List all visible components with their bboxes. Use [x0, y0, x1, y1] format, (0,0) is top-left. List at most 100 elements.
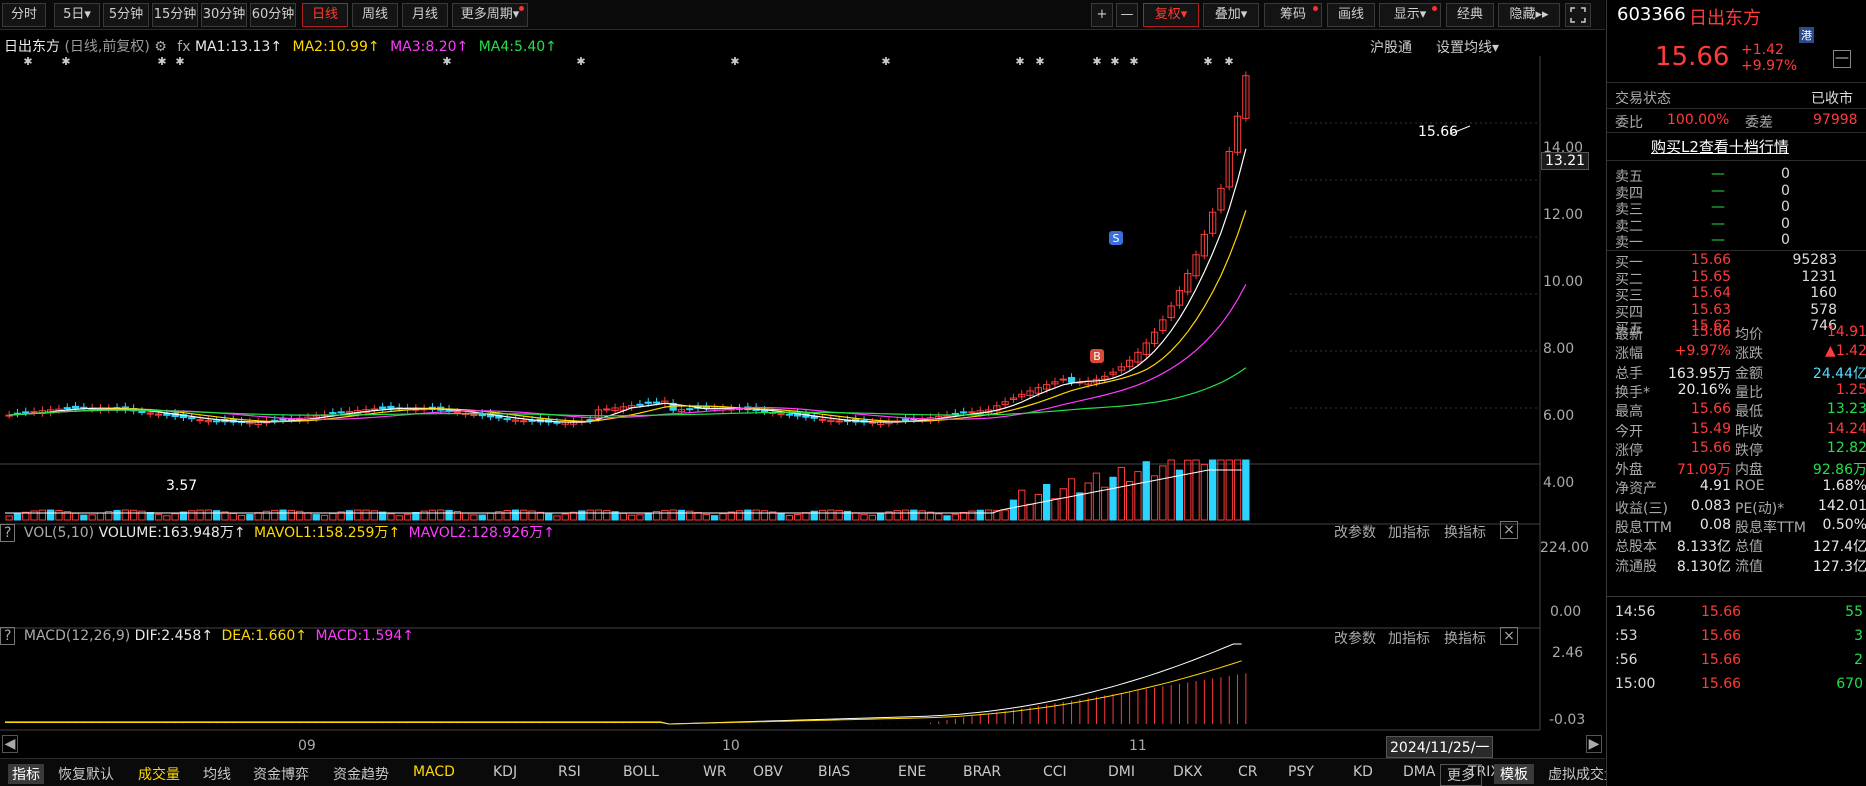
tick-price: 15.66	[1701, 604, 1742, 620]
macd-change-params-link[interactable]: 改参数	[1334, 628, 1376, 648]
volume-bar	[1209, 459, 1217, 521]
macd-y-top: 2.46	[1552, 645, 1584, 661]
indicator-tab[interactable]: BOLL	[623, 764, 659, 780]
indicator-tab[interactable]: BRAR	[963, 764, 1001, 780]
volume-bar	[760, 510, 769, 521]
period-15min-tab[interactable]: 15分钟	[152, 3, 198, 27]
indicator-tab[interactable]: PSY	[1288, 764, 1314, 780]
period-30min-tab[interactable]: 30分钟	[201, 3, 247, 27]
scroll-right-icon[interactable]: ▶	[1586, 735, 1602, 753]
vol-switch-indicator-link[interactable]: 换指标	[1444, 522, 1486, 542]
more-indicators-button[interactable]: 更多	[1440, 764, 1482, 786]
ask-volume: 0	[1781, 166, 1790, 182]
adjust-rights-dropdown[interactable]: 复权▾	[1143, 3, 1199, 27]
ask-price: —	[1711, 232, 1725, 248]
candle-body	[603, 408, 611, 411]
volume-bar	[229, 513, 237, 521]
zoom-out-button[interactable]: —	[1116, 3, 1138, 27]
stat-value: 12.82	[1826, 439, 1866, 456]
indicator-tab[interactable]: DKX	[1173, 764, 1203, 780]
display-dropdown[interactable]: 显示▾	[1379, 3, 1441, 27]
overlay-dropdown[interactable]: 叠加▾	[1203, 3, 1259, 27]
indicator-tab[interactable]: 恢复默认	[58, 764, 114, 784]
gear-icon[interactable]: ⚙	[154, 39, 167, 55]
close-icon[interactable]: ×	[1500, 521, 1518, 539]
indicator-tab[interactable]: OBV	[753, 764, 783, 780]
volume-bar	[171, 513, 179, 521]
indicator-tab[interactable]: BIAS	[818, 764, 850, 780]
draw-line-button[interactable]: 画线	[1327, 3, 1375, 27]
volume-bar	[818, 509, 827, 521]
indicator-tab[interactable]: 均线	[203, 764, 231, 784]
volume-bar	[387, 513, 395, 521]
indicator-tab[interactable]: DMA	[1403, 764, 1435, 780]
zoom-in-button[interactable]: +	[1091, 3, 1113, 27]
help-icon[interactable]: ?	[0, 627, 16, 645]
period-60min-tab[interactable]: 60分钟	[250, 3, 296, 27]
vol-add-indicator-link[interactable]: 加指标	[1388, 522, 1430, 542]
weibi-label: 委比	[1615, 115, 1643, 131]
stat-label: 股息TTM	[1615, 520, 1672, 536]
volume-bar	[312, 514, 320, 521]
classic-button[interactable]: 经典	[1446, 3, 1494, 27]
volume-bar	[802, 512, 810, 521]
chart-area[interactable]: ✱ ✱ ✱ ✱ ✱ ✱ ✱ ✱ ✱ ✱ ✱ ✱ ✱ ✱ ✱ S B	[0, 56, 1605, 758]
indicator-tab[interactable]: 资金趋势	[333, 764, 389, 784]
close-icon[interactable]: ×	[1500, 627, 1518, 645]
ma4-line	[9, 367, 1247, 417]
period-daily-tab[interactable]: 日线	[302, 3, 348, 27]
period-weekly-tab[interactable]: 周线	[352, 3, 398, 27]
expand-icon[interactable]	[1565, 3, 1591, 27]
period-5day-tab[interactable]: 5日▾	[54, 3, 100, 27]
stat-value: 24.44亿	[1812, 365, 1866, 382]
indicator-tab[interactable]: 资金博弈	[253, 764, 309, 784]
indicator-tab[interactable]: KD	[1353, 764, 1373, 780]
indicator-tab[interactable]: CCI	[1043, 764, 1067, 780]
hide-panel-button[interactable]: 隐藏▸▸	[1498, 3, 1560, 27]
candle-body	[22, 411, 30, 414]
volume-bar	[1092, 472, 1101, 521]
indicator-tab[interactable]: KDJ	[493, 764, 517, 780]
stat-label: 内盘	[1735, 462, 1763, 479]
help-icon[interactable]: ?	[0, 524, 16, 542]
indicator-tab[interactable]: RSI	[558, 764, 581, 780]
period-intraday-tab[interactable]: 分时	[2, 3, 46, 27]
indicator-tab[interactable]: 指标	[8, 764, 44, 784]
period-monthly-tab[interactable]: 月线	[402, 3, 448, 27]
indicator-tab[interactable]: DMI	[1108, 764, 1135, 780]
indicator-tab[interactable]: 成交量	[138, 764, 180, 784]
period-5min-tab[interactable]: 5分钟	[103, 3, 149, 27]
formula-icon[interactable]: fx	[177, 39, 190, 55]
volume-bar	[951, 513, 960, 521]
vol-change-params-link[interactable]: 改参数	[1334, 522, 1376, 542]
ask-volume: 0	[1781, 182, 1790, 199]
volume-bar	[578, 510, 586, 521]
collapse-icon[interactable]: —	[1833, 50, 1851, 68]
indicator-tab[interactable]: MACD	[413, 764, 455, 780]
hugutong-link[interactable]: 沪股通	[1370, 37, 1412, 57]
template-button[interactable]: 模板	[1494, 764, 1534, 784]
set-ma-dropdown[interactable]: 设置均线▾	[1436, 37, 1499, 57]
macd-switch-indicator-link[interactable]: 换指标	[1444, 628, 1486, 648]
volume-bar	[1126, 481, 1134, 521]
more-periods-dropdown[interactable]: 更多周期▾	[452, 3, 528, 27]
last-price-tag: 13.21	[1541, 152, 1590, 170]
scroll-left-icon[interactable]: ◀	[2, 735, 18, 753]
buy-l2-link[interactable]: 购买L2查看十档行情	[1651, 136, 1789, 157]
indicator-tab[interactable]: ENE	[898, 764, 926, 780]
chip-distribution-button[interactable]: 筹码	[1264, 3, 1322, 27]
volume-label: VOLUME:163.948万	[98, 525, 234, 541]
price-change: +1.42	[1741, 42, 1784, 58]
macd-add-indicator-link[interactable]: 加指标	[1388, 628, 1430, 648]
volume-bar	[719, 513, 727, 521]
dif-line	[5, 643, 1242, 725]
volume-bar	[1067, 478, 1076, 521]
indicator-tab[interactable]: CR	[1238, 764, 1258, 780]
stat-value: 0.50%	[1822, 517, 1866, 533]
stat-value: 163.95万	[1668, 365, 1731, 382]
volume-bar	[254, 512, 262, 521]
vol-y-bottom: 0.00	[1550, 604, 1582, 620]
indicator-tab[interactable]: WR	[703, 764, 727, 780]
volume-bar	[910, 509, 918, 521]
event-marker-icon: ✱	[730, 56, 739, 68]
